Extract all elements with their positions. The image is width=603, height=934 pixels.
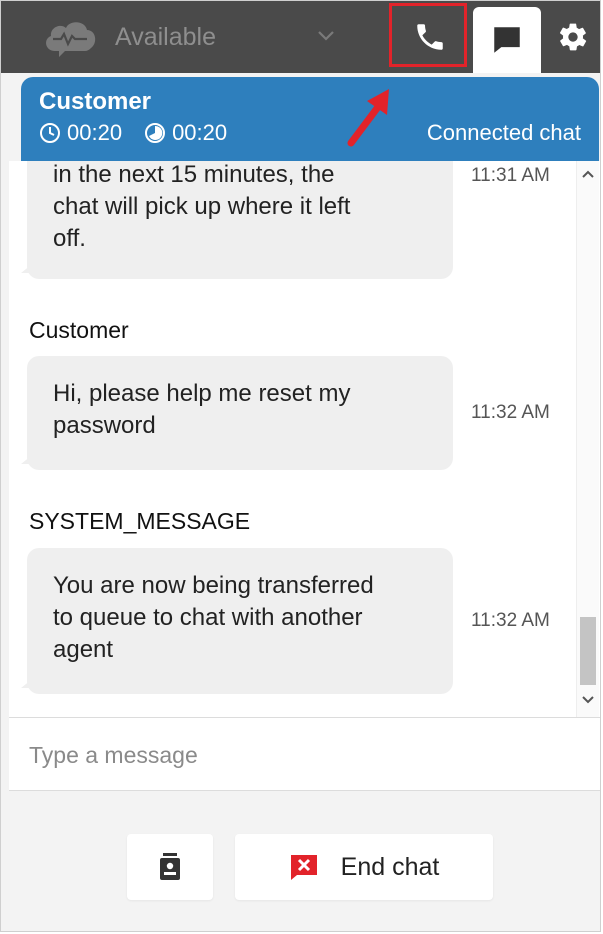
message-composer	[9, 717, 600, 791]
message-bubble: Hi, please help me reset my password	[21, 356, 453, 470]
contact-state: Connected chat	[426, 120, 581, 145]
message-time: 11:32 AM	[471, 610, 550, 631]
highlight-box	[389, 3, 467, 67]
scrollbar-thumb[interactable]	[580, 617, 596, 685]
ccp-window: Available Customer 00:20 00:20 Connected…	[0, 0, 601, 932]
message-input[interactable]	[27, 736, 571, 774]
agent-status-dropdown[interactable]: Available	[41, 11, 351, 63]
timer-1-value: 00:20	[67, 120, 123, 145]
message-sender: SYSTEM_MESSAGE	[29, 508, 251, 534]
message-sender: Customer	[29, 317, 129, 343]
chat-transcript[interactable]: in the next 15 minutes, the chat will pi…	[9, 161, 600, 717]
message-line: off.	[53, 225, 86, 252]
tab-chat[interactable]	[473, 7, 541, 73]
tab-phone[interactable]	[389, 1, 471, 73]
end-chat-button[interactable]: End chat	[235, 834, 493, 900]
message-time: 11:32 AM	[471, 402, 550, 423]
contact-header[interactable]: Customer 00:20 00:20 Connected chat	[21, 77, 599, 161]
scroll-down-icon[interactable]	[580, 693, 596, 707]
state-timer: 00:20	[144, 120, 227, 146]
scroll-up-icon[interactable]	[580, 167, 596, 181]
message-bubble: You are now being transferred to queue t…	[21, 548, 453, 694]
top-bar: Available	[1, 1, 600, 73]
message-line: Hi, please help me reset my	[53, 380, 351, 407]
timer-2-value: 00:20	[172, 120, 228, 145]
status-cloud-icon	[46, 22, 96, 57]
message-line: to queue to chat with another	[53, 604, 363, 631]
pie-clock-icon	[145, 123, 166, 143]
message-line: You are now being transferred	[53, 572, 374, 599]
chat-bubble-icon	[494, 27, 520, 53]
gear-icon	[559, 23, 586, 51]
quick-connect-button[interactable]	[127, 834, 213, 900]
chevron-down-icon	[318, 31, 334, 41]
message-bubble: in the next 15 minutes, the chat will pi…	[21, 161, 453, 279]
message-line: agent	[53, 636, 114, 663]
status-label: Available	[115, 22, 217, 51]
message-line: chat will pick up where it left	[53, 193, 351, 220]
message-line: password	[53, 412, 156, 439]
chat-scrollbar[interactable]	[576, 161, 599, 717]
clock-icon	[40, 123, 60, 143]
message-time: 11:31 AM	[471, 165, 550, 186]
contact-timers: 00:20 00:20	[39, 120, 249, 146]
tab-settings[interactable]	[541, 1, 600, 73]
contact-card-icon	[160, 853, 180, 880]
end-chat-label: End chat	[340, 852, 440, 881]
message-line: in the next 15 minutes, the	[53, 161, 335, 188]
annotation-arrow-icon	[347, 89, 389, 147]
elapsed-timer: 00:20	[39, 120, 122, 146]
contact-name: Customer	[39, 88, 152, 115]
close-x-icon	[290, 855, 317, 880]
